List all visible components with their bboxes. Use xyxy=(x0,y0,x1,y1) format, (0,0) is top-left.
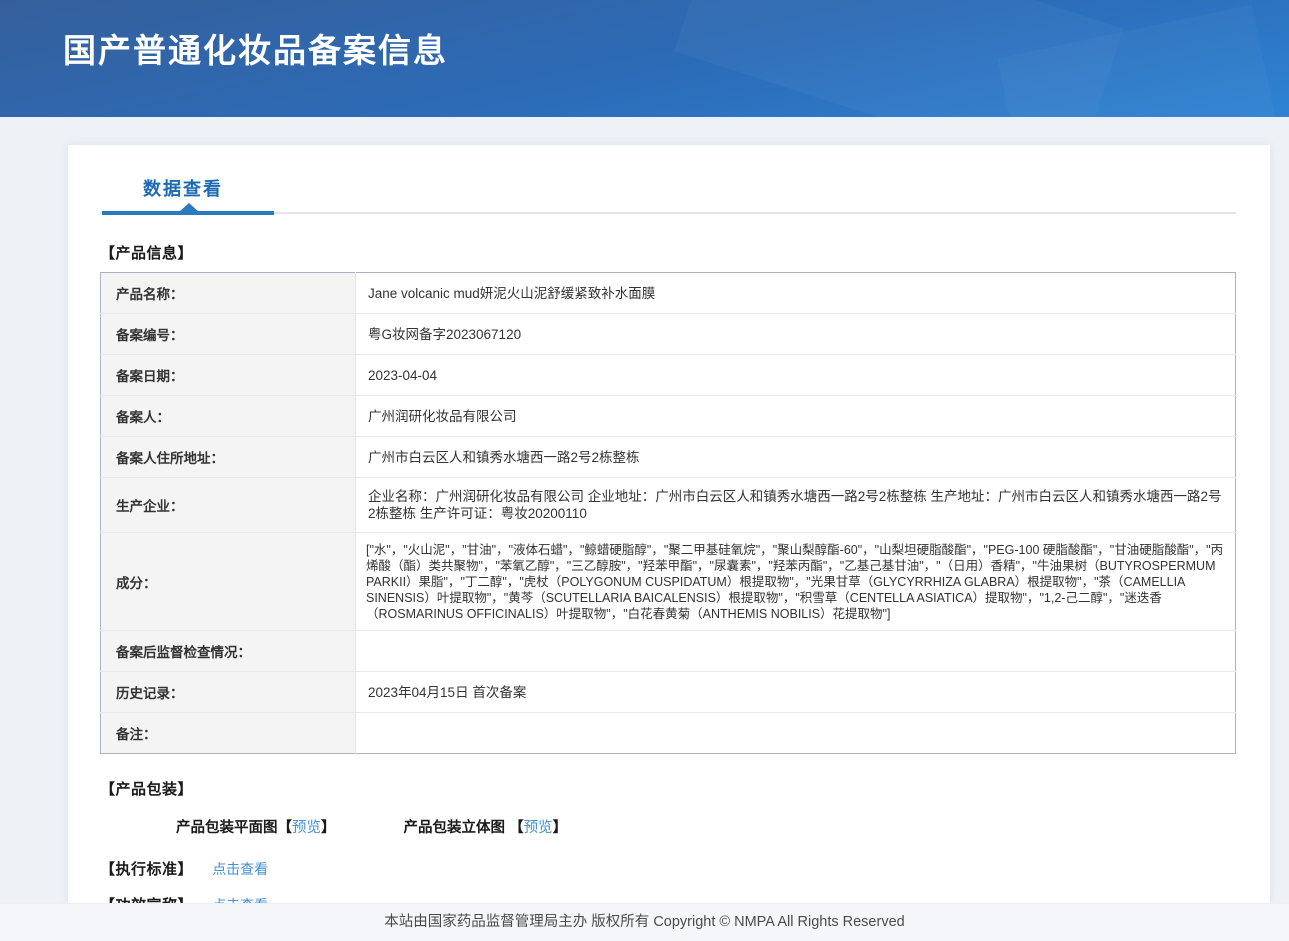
row-label: 历史记录： xyxy=(101,672,356,713)
product-info-table: 产品名称： Jane volcanic mud妍泥火山泥舒缓紧致补水面膜 备案编… xyxy=(100,272,1236,754)
row-label: 备案人： xyxy=(101,396,356,437)
page-footer: 本站由国家药品监督管理局主办 版权所有 Copyright © NMPA All… xyxy=(0,903,1289,941)
table-row: 生产企业： 企业名称：广州润研化妆品有限公司 企业地址：广州市白云区人和镇秀水塘… xyxy=(101,478,1236,533)
page-header: 国产普通化妆品备案信息 xyxy=(0,0,1289,117)
standard-view-link[interactable]: 点击查看 xyxy=(212,861,268,877)
row-label: 成分： xyxy=(101,533,356,631)
row-value: 广州市白云区人和镇秀水塘西一路2号2栋整栋 xyxy=(356,437,1236,478)
table-row: 备案编号： 粤G妆网备字2023067120 xyxy=(101,314,1236,355)
row-label: 备案编号： xyxy=(101,314,356,355)
row-label: 备案人住所地址： xyxy=(101,437,356,478)
packaging-stereo-preview-link[interactable]: 预览 xyxy=(524,820,553,836)
bracket: 【 xyxy=(278,820,293,836)
content-card: 数据查看 【产品信息】 产品名称： Jane volcanic mud妍泥火山泥… xyxy=(68,145,1270,903)
row-value: Jane volcanic mud妍泥火山泥舒缓紧致补水面膜 xyxy=(356,273,1236,314)
row-value-ingredients: ["水"，"火山泥"，"甘油"，"液体石蜡"，"鲸蜡硬脂醇"，"聚二甲基硅氧烷"… xyxy=(356,533,1236,631)
row-label: 备案日期： xyxy=(101,355,356,396)
bracket: 】 xyxy=(321,820,336,836)
table-row: 成分： ["水"，"火山泥"，"甘油"，"液体石蜡"，"鲸蜡硬脂醇"，"聚二甲基… xyxy=(101,533,1236,631)
row-value: 2023-04-04 xyxy=(356,355,1236,396)
copyright-text: 本站由国家药品监督管理局主办 版权所有 Copyright © NMPA All… xyxy=(384,914,904,930)
section-standard: 【执行标准】 xyxy=(100,861,193,878)
row-value xyxy=(356,631,1236,672)
row-value xyxy=(356,713,1236,754)
section-packaging: 【产品包装】 xyxy=(100,778,1237,799)
active-tab-caret-icon xyxy=(179,203,199,212)
row-value: 广州润研化妆品有限公司 xyxy=(356,396,1236,437)
tab-data-view[interactable]: 数据查看 xyxy=(143,175,223,201)
table-row: 备案后监督检查情况： xyxy=(101,631,1236,672)
table-row: 产品名称： Jane volcanic mud妍泥火山泥舒缓紧致补水面膜 xyxy=(101,273,1236,314)
row-label: 产品名称： xyxy=(101,273,356,314)
row-value: 2023年04月15日 首次备案 xyxy=(356,672,1236,713)
table-row: 备案人住所地址： 广州市白云区人和镇秀水塘西一路2号2栋整栋 xyxy=(101,437,1236,478)
packaging-flat-preview-link[interactable]: 预览 xyxy=(292,820,321,836)
section-product-info: 【产品信息】 xyxy=(100,242,1237,263)
row-value: 粤G妆网备字2023067120 xyxy=(356,314,1236,355)
page-title: 国产普通化妆品备案信息 xyxy=(63,24,448,72)
bracket: 】 xyxy=(553,820,568,836)
table-row: 备案日期： 2023-04-04 xyxy=(101,355,1236,396)
row-value: 企业名称：广州润研化妆品有限公司 企业地址：广州市白云区人和镇秀水塘西一路2号2… xyxy=(356,478,1236,533)
table-row: 备注： xyxy=(101,713,1236,754)
table-row: 备案人： 广州润研化妆品有限公司 xyxy=(101,396,1236,437)
bracket: 【 xyxy=(509,820,524,836)
row-label: 备案后监督检查情况： xyxy=(101,631,356,672)
row-label: 备注： xyxy=(101,713,356,754)
tab-bar: 数据查看 xyxy=(100,175,1237,217)
packaging-flat-label: 产品包装平面图 xyxy=(176,820,278,836)
packaging-stereo-label: 产品包装立体图 xyxy=(404,820,506,836)
row-label: 生产企业： xyxy=(101,478,356,533)
table-row: 历史记录： 2023年04月15日 首次备案 xyxy=(101,672,1236,713)
